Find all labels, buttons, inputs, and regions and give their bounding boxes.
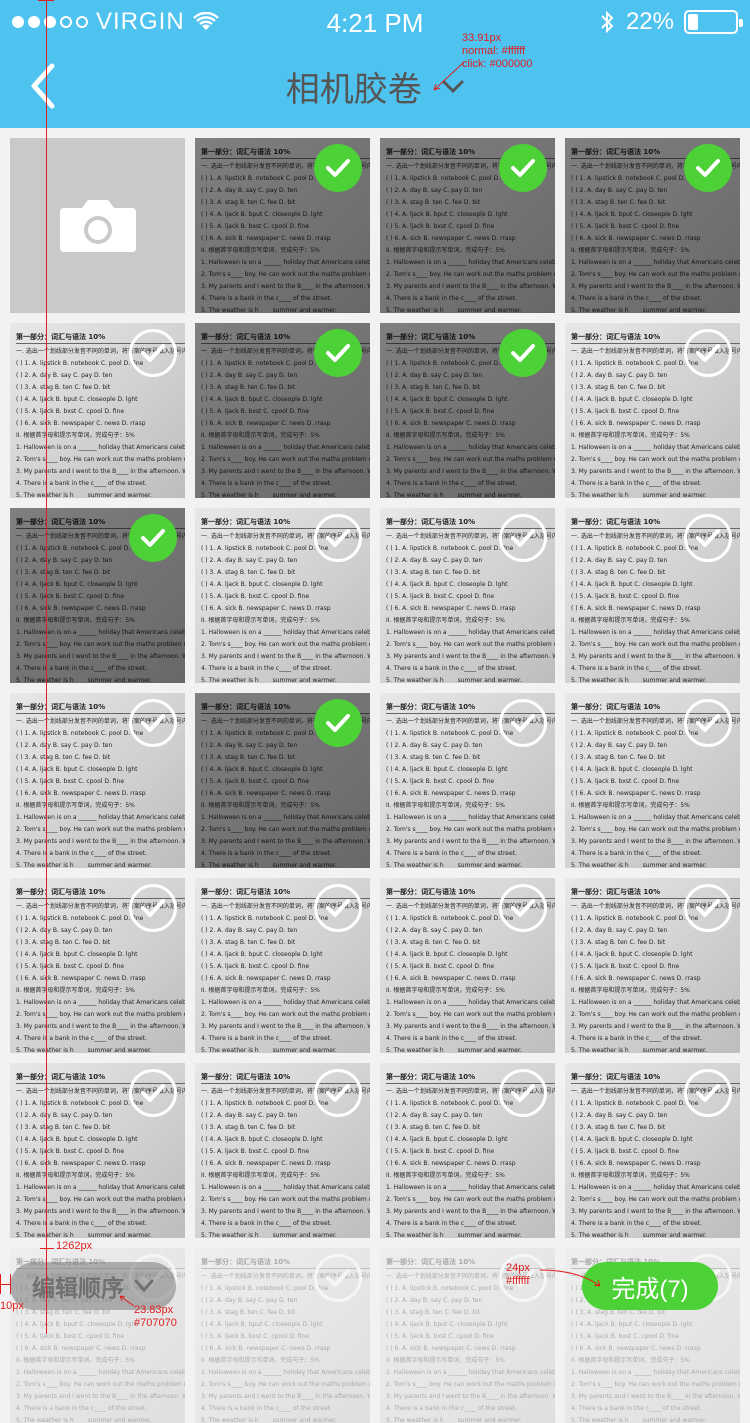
annotation-edit-color: #707070 bbox=[134, 1317, 177, 1329]
photo-thumbnail[interactable]: 第一部分：词汇与语法 10%一. 选出一个划线部分发音不同的单词，将答案的序号填… bbox=[565, 1063, 740, 1238]
bluetooth-icon bbox=[601, 10, 614, 34]
photo-thumbnail[interactable]: 第一部分：词汇与语法 10%一. 选出一个划线部分发音不同的单词，将答案的序号填… bbox=[10, 1063, 185, 1238]
annotation-title-click: click: #000000 bbox=[462, 58, 533, 70]
annotation-guide-line bbox=[46, 0, 47, 1334]
checkmark-unselected-icon[interactable] bbox=[129, 1069, 177, 1117]
annotation-tick bbox=[10, 1274, 11, 1294]
photo-thumbnail[interactable]: 第一部分：词汇与语法 10%一. 选出一个划线部分发音不同的单词，将答案的序号填… bbox=[195, 693, 370, 868]
annotation-edit-size: 23.83px bbox=[134, 1304, 174, 1316]
photo-thumbnail[interactable]: 第一部分：词汇与语法 10%一. 选出一个划线部分发音不同的单词，将答案的序号填… bbox=[10, 878, 185, 1053]
photo-grid: 第一部分：词汇与语法 10% 一. 选出一个划线部分发音不同的单词，将答案的序号填… bbox=[10, 138, 740, 1423]
status-right: 22% bbox=[598, 8, 743, 36]
annotation-title-normal: normal: #ffffff bbox=[462, 45, 526, 57]
photo-thumbnail[interactable]: 第一部分：词汇与语法 10%一. 选出一个划线部分发音不同的单词，将答案的序号填… bbox=[195, 323, 370, 498]
checkmark-unselected-icon[interactable] bbox=[314, 884, 362, 932]
checkmark-unselected-icon[interactable] bbox=[499, 1069, 547, 1117]
camera-capture-cell[interactable] bbox=[10, 138, 185, 313]
checkmark-unselected-icon[interactable] bbox=[684, 699, 732, 747]
battery-icon bbox=[684, 10, 743, 34]
photo-thumbnail[interactable]: 第一部分：词汇与语法 10%一. 选出一个划线部分发音不同的单词，将答案的序号填… bbox=[195, 1063, 370, 1238]
annotation-tick bbox=[0, 1274, 1, 1294]
done-label: 完成(7) bbox=[611, 1275, 689, 1303]
checkmark-unselected-icon[interactable] bbox=[499, 884, 547, 932]
annotation-title-size: 33.91px bbox=[462, 32, 502, 44]
photo-thumbnail[interactable]: 第一部分：词汇与语法 10%一. 选出一个划线部分发音不同的单词，将答案的序号填… bbox=[195, 508, 370, 683]
checkmark-unselected-icon[interactable] bbox=[129, 884, 177, 932]
checkmark-unselected-icon[interactable] bbox=[314, 514, 362, 562]
photo-thumbnail[interactable]: 第一部分：词汇与语法 10%一. 选出一个划线部分发音不同的单词，将答案的序号填… bbox=[380, 693, 555, 868]
photo-thumbnail[interactable]: 第一部分：词汇与语法 10%一. 选出一个划线部分发音不同的单词，将答案的序号填… bbox=[10, 508, 185, 683]
checkmark-selected-icon[interactable] bbox=[684, 144, 732, 192]
annotation-arrow bbox=[433, 61, 465, 91]
annotation-done-color: #ffffff bbox=[506, 1275, 530, 1287]
checkmark-unselected-icon[interactable] bbox=[499, 699, 547, 747]
photo-thumbnail[interactable]: 第一部分：词汇与语法 10%一. 选出一个划线部分发音不同的单词，将答案的序号填… bbox=[380, 1063, 555, 1238]
checkmark-unselected-icon[interactable] bbox=[499, 514, 547, 562]
annotation-tick bbox=[38, 0, 54, 1]
checkmark-selected-icon[interactable] bbox=[499, 329, 547, 377]
photo-thumbnail[interactable]: 第一部分：词汇与语法 10%一. 选出一个划线部分发音不同的单词，将答案的序号填… bbox=[380, 878, 555, 1053]
checkmark-unselected-icon[interactable] bbox=[684, 884, 732, 932]
photo-thumbnail[interactable]: 第一部分：词汇与语法 10%一. 选出一个划线部分发音不同的单词，将答案的序号填… bbox=[10, 693, 185, 868]
photo-thumbnail[interactable]: 第一部分：词汇与语法 10%一. 选出一个划线部分发音不同的单词，将答案的序号填… bbox=[565, 508, 740, 683]
edit-order-button[interactable]: 编辑顺序 bbox=[10, 1262, 176, 1310]
annotation-tick bbox=[0, 1284, 10, 1285]
checkmark-selected-icon[interactable] bbox=[314, 144, 362, 192]
photo-thumbnail[interactable]: 第一部分：词汇与语法 10%一. 选出一个划线部分发音不同的单词，将答案的序号填… bbox=[565, 323, 740, 498]
photo-thumbnail[interactable]: 第一部分：词汇与语法 10%一. 选出一个划线部分发音不同的单词，将答案的序号填… bbox=[195, 138, 370, 313]
photo-thumbnail[interactable]: 第一部分：词汇与语法 10%一. 选出一个划线部分发音不同的单词，将答案的序号填… bbox=[565, 138, 740, 313]
checkmark-selected-icon[interactable] bbox=[314, 329, 362, 377]
photo-thumbnail[interactable]: 第一部分：词汇与语法 10%一. 选出一个划线部分发音不同的单词，将答案的序号填… bbox=[380, 508, 555, 683]
photo-thumbnail[interactable]: 第一部分：词汇与语法 10%一. 选出一个划线部分发音不同的单词，将答案的序号填… bbox=[380, 323, 555, 498]
checkmark-unselected-icon[interactable] bbox=[684, 1069, 732, 1117]
page-title: 相机胶卷 bbox=[285, 71, 422, 109]
annotation-done-size: 24px bbox=[506, 1262, 530, 1274]
photo-thumbnail[interactable]: 第一部分：词汇与语法 10%一. 选出一个划线部分发音不同的单词，将答案的序号填… bbox=[195, 1248, 370, 1423]
album-title-dropdown[interactable]: 相机胶卷 bbox=[0, 62, 750, 111]
photo-thumbnail[interactable]: 第一部分：词汇与语法 10%一. 选出一个划线部分发音不同的单词，将答案的序号填… bbox=[565, 693, 740, 868]
checkmark-unselected-icon[interactable] bbox=[314, 1254, 362, 1302]
status-bar: VIRGIN 4:21 PM 22% bbox=[0, 0, 750, 42]
annotation-left-offset: 10px bbox=[0, 1300, 24, 1312]
checkmark-selected-icon[interactable] bbox=[499, 144, 547, 192]
annotation-arrow bbox=[539, 1269, 601, 1287]
annotation-top-offset: 1262px bbox=[56, 1240, 93, 1252]
annotation-tick bbox=[40, 1248, 54, 1249]
checkmark-unselected-icon[interactable] bbox=[684, 329, 732, 377]
checkmark-selected-icon[interactable] bbox=[314, 699, 362, 747]
annotation-arrow bbox=[119, 1295, 135, 1307]
photo-thumbnail[interactable]: 第一部分：词汇与语法 10%一. 选出一个划线部分发音不同的单词，将答案的序号填… bbox=[565, 878, 740, 1053]
camera-icon bbox=[59, 199, 136, 252]
battery-percent: 22% bbox=[625, 8, 674, 35]
checkmark-unselected-icon[interactable] bbox=[129, 329, 177, 377]
checkmark-unselected-icon[interactable] bbox=[684, 514, 732, 562]
checkmark-unselected-icon[interactable] bbox=[129, 699, 177, 747]
photo-thumbnail[interactable]: 第一部分：词汇与语法 10%一. 选出一个划线部分发音不同的单词，将答案的序号填… bbox=[10, 323, 185, 498]
photo-thumbnail[interactable]: 第一部分：词汇与语法 10%一. 选出一个划线部分发音不同的单词，将答案的序号填… bbox=[380, 138, 555, 313]
photo-thumbnail[interactable]: 第一部分：词汇与语法 10%一. 选出一个划线部分发音不同的单词，将答案的序号填… bbox=[195, 878, 370, 1053]
chevron-down-icon bbox=[134, 1279, 154, 1293]
nav-header: VIRGIN 4:21 PM 22% 相机胶卷 bbox=[0, 0, 750, 128]
checkmark-selected-icon[interactable] bbox=[129, 514, 177, 562]
checkmark-unselected-icon[interactable] bbox=[314, 1069, 362, 1117]
battery-fill bbox=[688, 14, 698, 30]
